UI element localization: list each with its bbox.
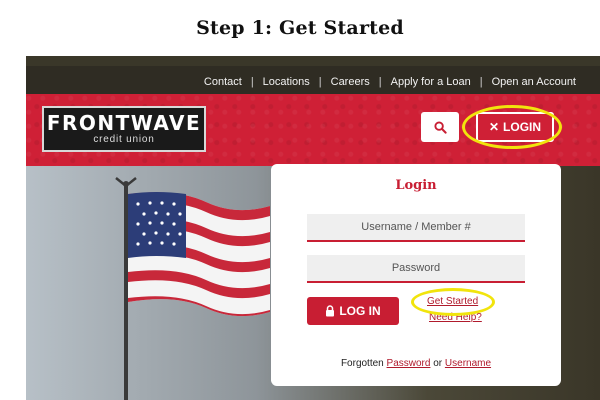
logo-name: FRONTWAVE xyxy=(46,111,202,135)
password-input[interactable] xyxy=(307,255,525,283)
nav-separator: | xyxy=(479,76,483,88)
forgot-username-link[interactable]: Username xyxy=(445,358,491,369)
forgot-credentials: Forgotten Password or Username xyxy=(271,358,561,369)
lock-icon xyxy=(326,305,335,317)
login-panel-title: Login xyxy=(395,178,437,193)
forgot-or: or xyxy=(433,358,443,369)
login-panel: Login LOG IN Get Started Need Help? Forg… xyxy=(271,164,561,386)
nav-link-contact[interactable]: Contact xyxy=(204,76,242,88)
step-title: Step 1: Get Started xyxy=(0,0,600,56)
flag-image xyxy=(115,177,270,400)
nav-link-locations[interactable]: Locations xyxy=(263,76,310,88)
nav-link-apply-loan[interactable]: Apply for a Loan xyxy=(391,76,471,88)
top-bar: Contact | Locations | Careers | Apply fo… xyxy=(26,56,600,94)
logo[interactable]: FRONTWAVE credit union xyxy=(42,106,206,152)
nav-link-open-account[interactable]: Open an Account xyxy=(492,76,576,88)
header-band: FRONTWAVE credit union ✕ LOGIN xyxy=(26,94,600,166)
logo-subtitle: credit union xyxy=(93,134,155,145)
nav-link-careers[interactable]: Careers xyxy=(331,76,370,88)
forgot-prefix: Forgotten xyxy=(340,358,384,369)
top-nav: Contact | Locations | Careers | Apply fo… xyxy=(204,76,576,88)
nav-separator: | xyxy=(318,76,322,88)
search-button[interactable] xyxy=(421,112,459,142)
top-strip xyxy=(26,56,600,66)
nav-separator: | xyxy=(250,76,254,88)
log-in-button[interactable]: LOG IN xyxy=(307,297,399,325)
highlight-circle-login xyxy=(462,105,562,149)
log-in-label: LOG IN xyxy=(339,304,381,318)
forgot-password-link[interactable]: Password xyxy=(387,358,431,369)
highlight-circle-get-started xyxy=(411,288,495,316)
nav-separator: | xyxy=(378,76,382,88)
username-input[interactable] xyxy=(307,214,525,242)
screenshot-frame: Contact | Locations | Careers | Apply fo… xyxy=(26,56,600,400)
search-icon xyxy=(433,120,447,134)
